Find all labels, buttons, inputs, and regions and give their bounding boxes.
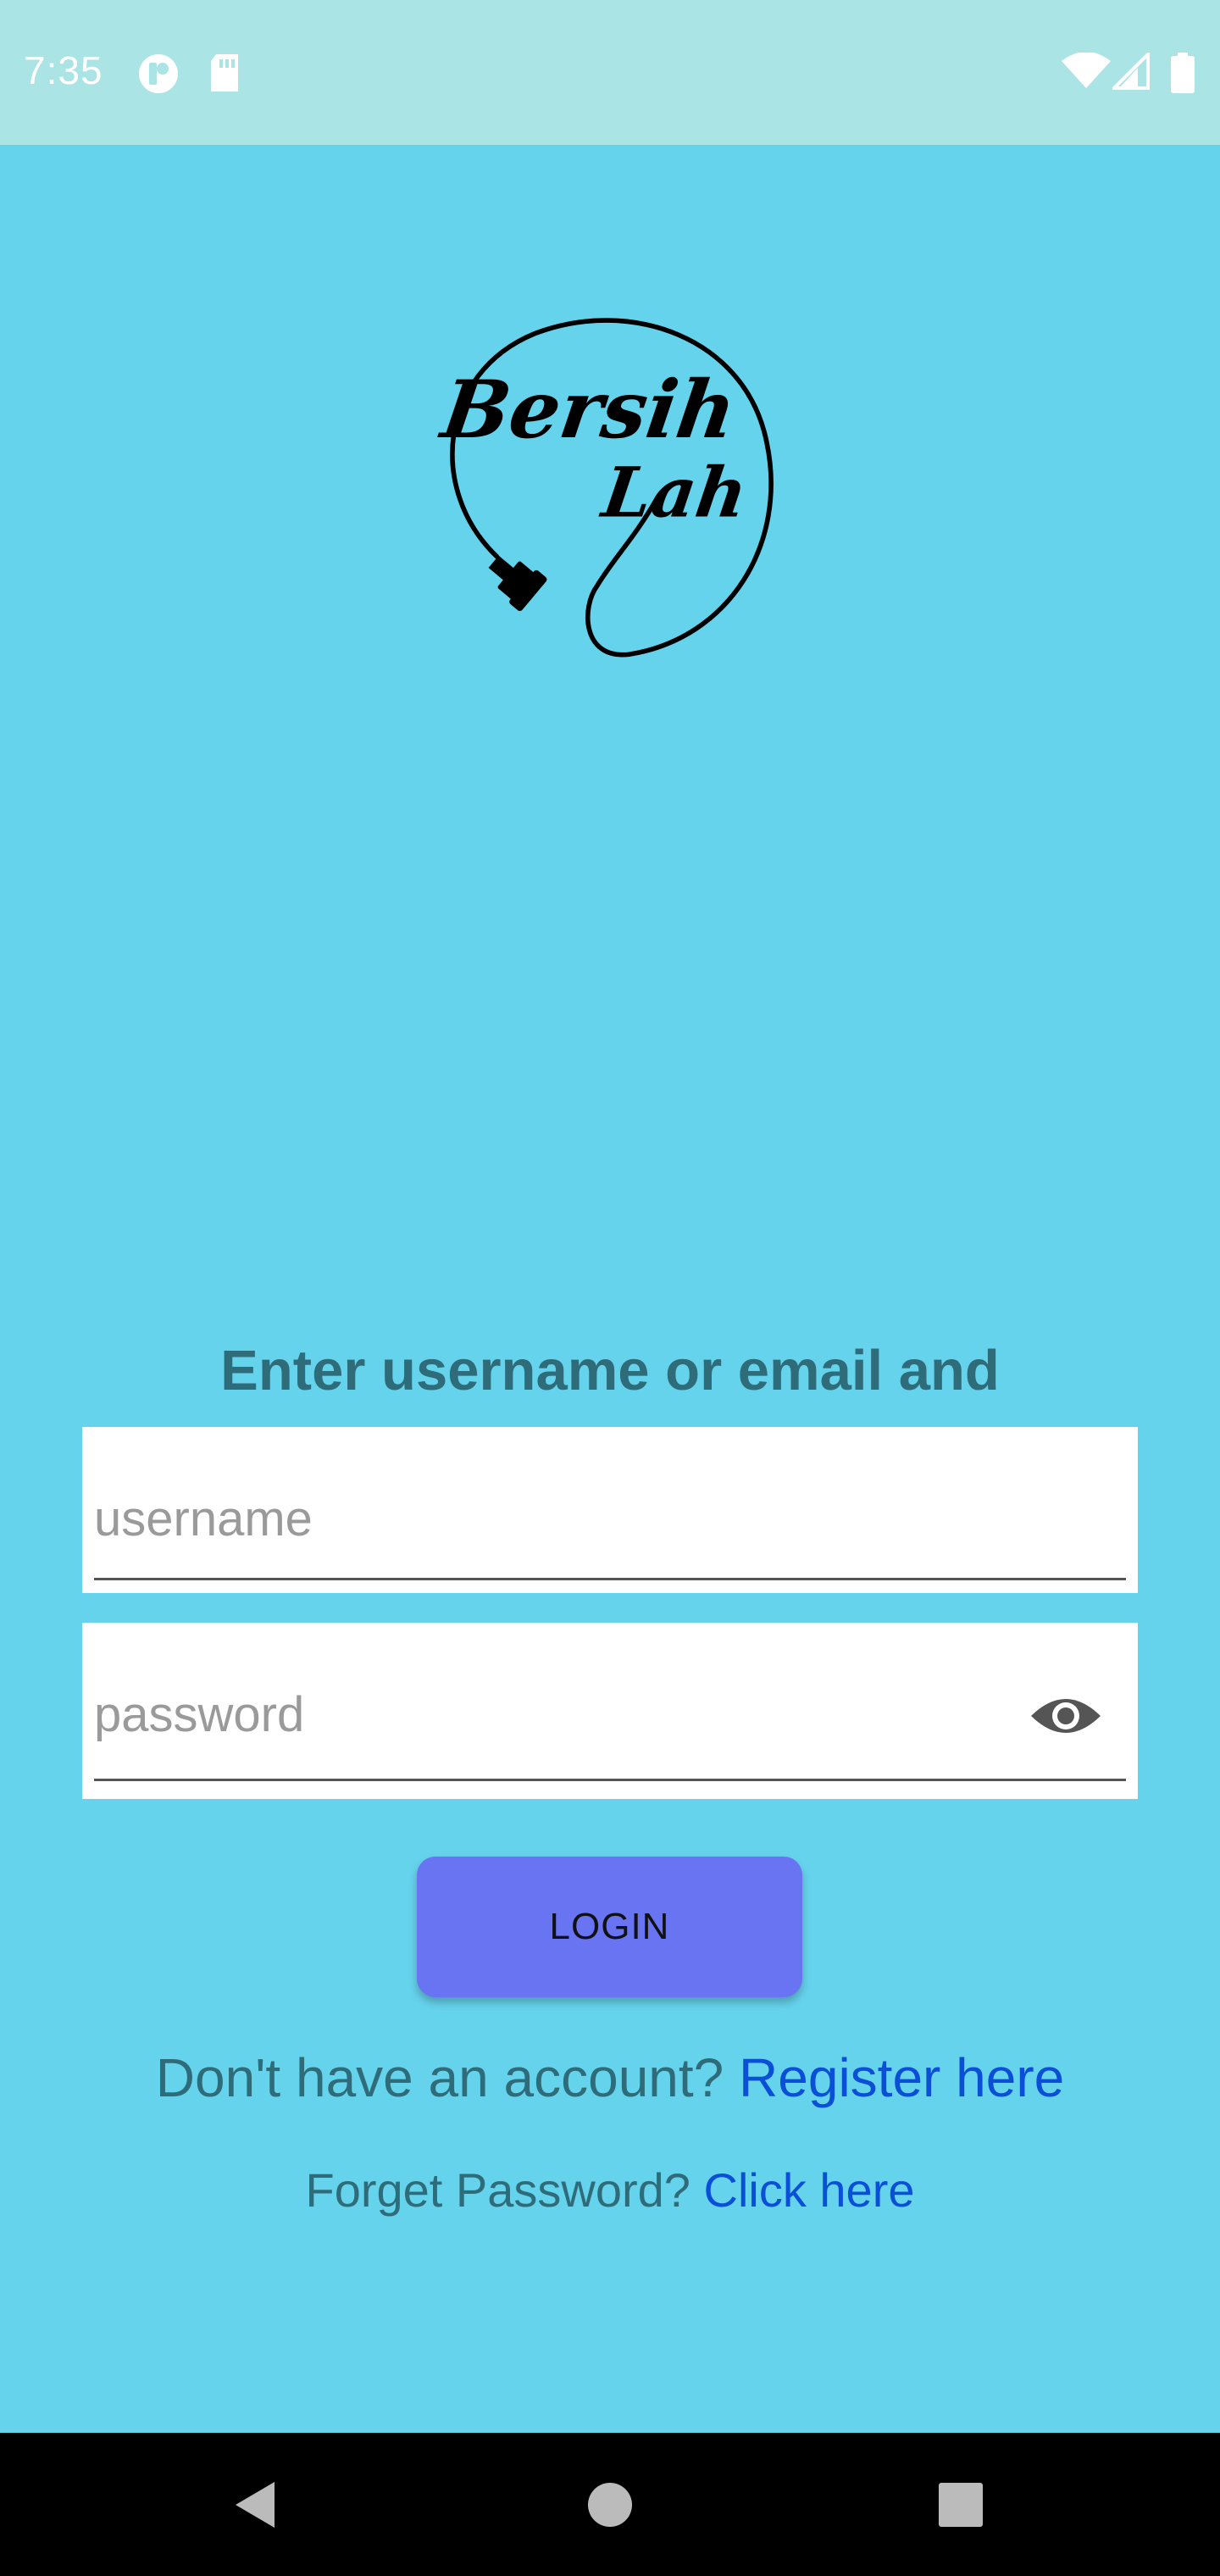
- login-screen: Bersih Lah Enter username or email and p…: [0, 145, 1220, 2433]
- username-underline: [94, 1578, 1126, 1580]
- status-time: 7:35: [24, 48, 103, 92]
- password-underline: [94, 1779, 1126, 1781]
- bersihlah-logo: Bersih Lah: [434, 318, 774, 658]
- show-password-icon[interactable]: [1028, 1690, 1104, 1741]
- register-prompt: Don't have an account?: [155, 2047, 724, 2108]
- username-input[interactable]: [94, 1488, 1126, 1549]
- forgot-prompt: Forget Password?: [305, 2163, 690, 2217]
- svg-text:Lah: Lah: [596, 452, 751, 534]
- forgot-password-link[interactable]: Click here: [704, 2163, 915, 2217]
- back-icon[interactable]: [230, 2479, 283, 2531]
- navigation-bar: [0, 2433, 1220, 2576]
- register-link[interactable]: Register here: [739, 2047, 1064, 2108]
- forgot-password-row: Forget Password? Click here: [0, 2162, 1220, 2218]
- login-button-label: LOGIN: [549, 1906, 670, 1947]
- password-field[interactable]: [82, 1623, 1138, 1799]
- cell-signal-icon: [1112, 53, 1150, 90]
- home-icon[interactable]: [586, 2479, 634, 2531]
- battery-icon: [1171, 53, 1195, 93]
- svg-text:Bersih: Bersih: [434, 364, 741, 456]
- wifi-icon: [1062, 53, 1111, 88]
- app-notification-icon: [139, 54, 178, 93]
- register-row: Don't have an account? Register here: [0, 2046, 1220, 2109]
- login-button[interactable]: LOGIN: [417, 1857, 802, 1997]
- recents-icon[interactable]: [937, 2479, 984, 2531]
- status-bar: 7:35: [0, 0, 1220, 145]
- username-field[interactable]: [82, 1427, 1138, 1593]
- password-input[interactable]: [94, 1684, 1011, 1745]
- sd-card-icon: [211, 54, 238, 92]
